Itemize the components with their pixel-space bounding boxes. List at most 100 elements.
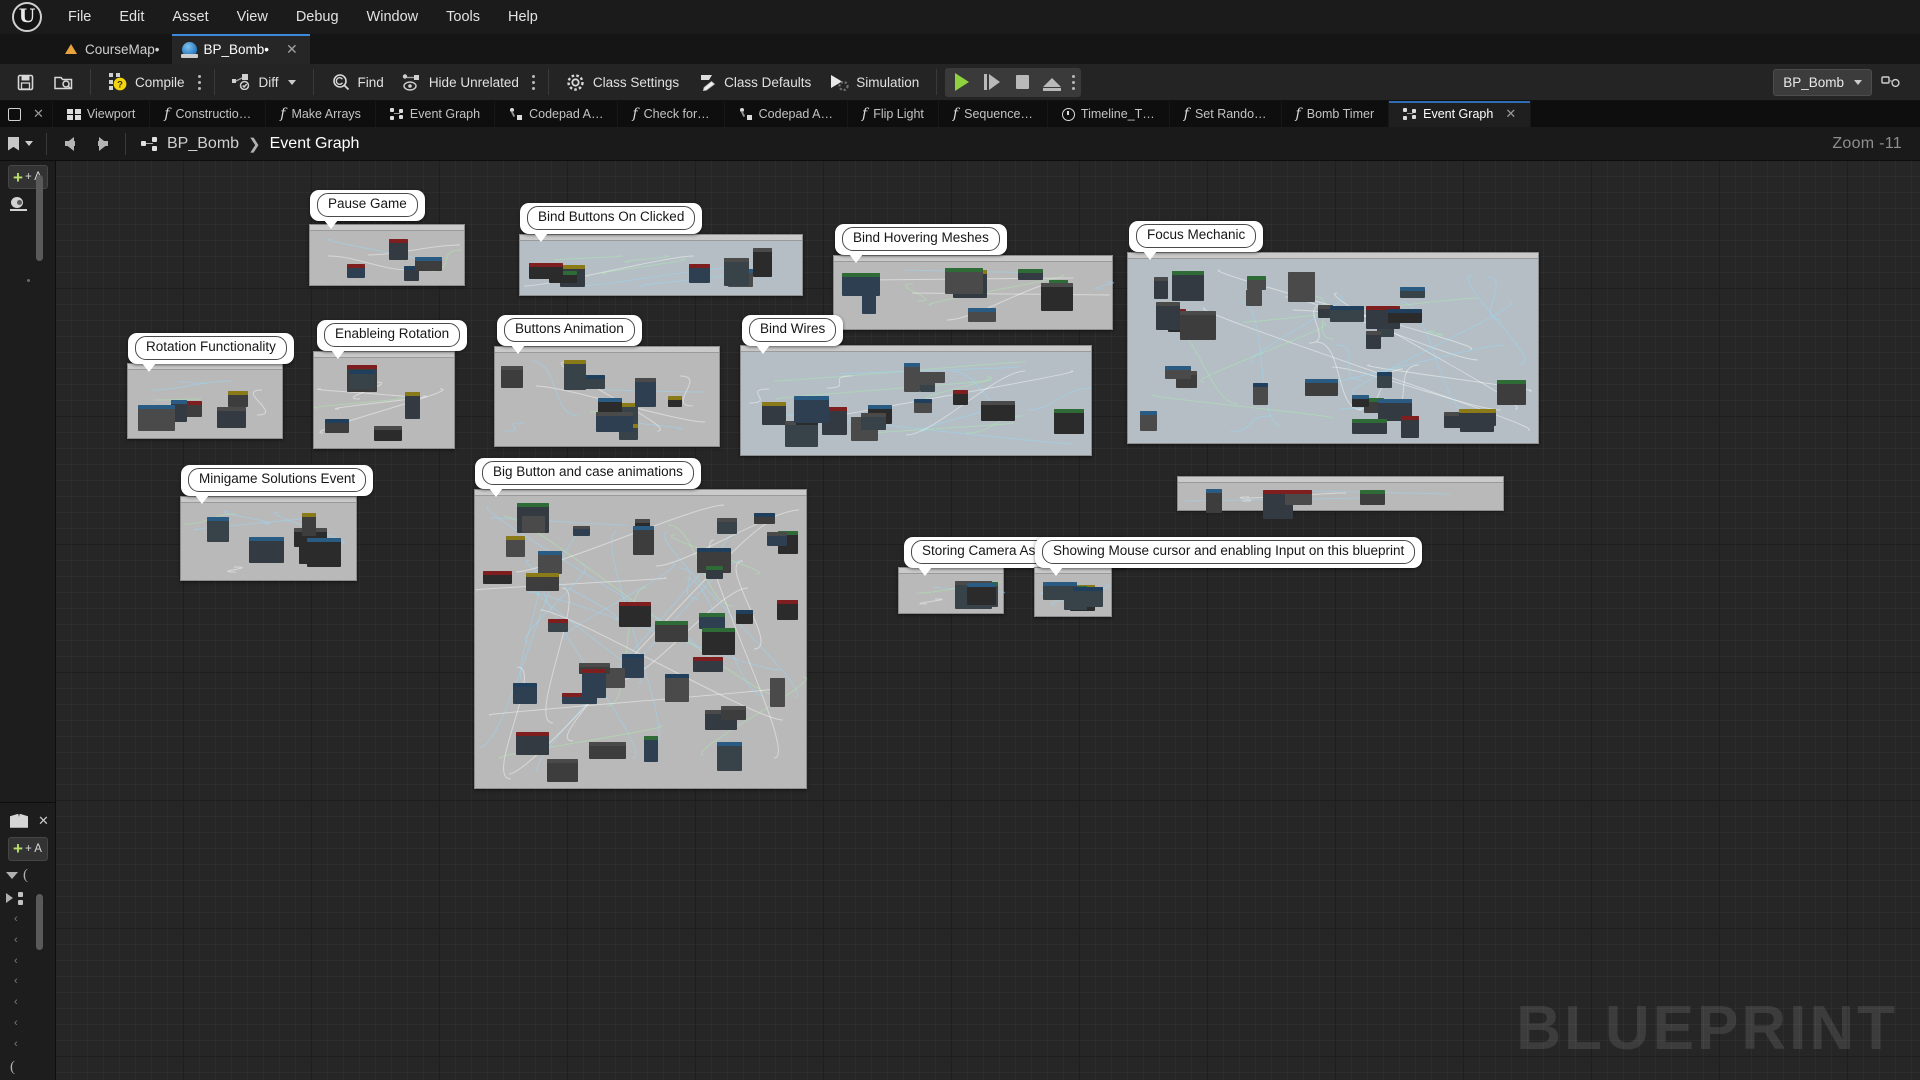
graph-node[interactable] [564,360,586,390]
graph-node[interactable] [1253,383,1268,405]
graph-node[interactable] [405,392,420,419]
menu-item-debug[interactable]: Debug [282,0,353,34]
comment-label[interactable]: Rotation Functionality [128,333,294,372]
asset-tab-bp-bomb[interactable]: BP_Bomb• ✕ [171,34,311,64]
comment-block[interactable] [833,255,1114,330]
graph-node[interactable] [693,657,723,672]
graph-node[interactable] [1497,380,1526,405]
graph-node[interactable] [622,654,644,678]
navigate-back-button[interactable] [52,129,86,159]
graph-node[interactable] [548,619,568,632]
graph-node[interactable] [589,742,626,759]
comment-label[interactable]: Big Button and case animations [475,458,701,497]
graph-node[interactable] [861,413,886,430]
graph-node[interactable] [1459,409,1496,426]
graph-node[interactable] [655,621,688,642]
unreal-logo[interactable]: U [0,0,54,34]
graph-node[interactable] [967,583,996,605]
tab-check-for[interactable]: f Check for… [618,101,725,127]
graph-node[interactable] [689,264,710,283]
graph-node[interactable] [249,537,284,563]
graph-node[interactable] [770,678,785,707]
breadcrumb-current[interactable]: Event Graph [270,135,360,153]
tab-timeline-t[interactable]: Timeline_T… [1048,101,1170,127]
comment-label[interactable]: Focus Mechanic [1129,221,1264,260]
graph-node[interactable] [968,308,996,322]
save-button[interactable] [6,68,44,97]
graph-node[interactable] [981,401,1015,421]
comment-label[interactable]: Bind Hovering Meshes [835,224,1007,263]
graph-node[interactable] [953,390,968,405]
graph-node[interactable] [668,396,682,407]
graph-node[interactable] [325,419,349,433]
tab-constructio[interactable]: f Constructio… [150,101,267,127]
graph-node[interactable] [1285,490,1312,505]
graph-node[interactable] [945,268,983,294]
comment-block[interactable] [180,496,357,581]
tab-viewport[interactable]: Viewport [53,101,151,127]
breadcrumb-root[interactable]: BP_Bomb [167,135,239,153]
graph-node[interactable] [1288,272,1315,302]
graph-node[interactable] [754,513,775,524]
graph-node[interactable] [349,370,375,389]
graph-node[interactable] [753,248,772,277]
close-icon[interactable]: ✕ [38,813,49,829]
class-defaults-button[interactable]: Class Defaults [688,68,820,97]
graph-node[interactable] [842,273,880,296]
comment-block[interactable] [898,567,1005,614]
graph-node[interactable] [777,600,798,620]
graph-node[interactable] [389,239,408,260]
graph-node[interactable] [699,613,725,629]
graph-node[interactable] [619,602,651,627]
comment-block[interactable] [1034,567,1112,617]
graph-node[interactable] [526,573,559,591]
graph-node[interactable] [347,264,365,278]
find-button[interactable]: Find [322,68,393,97]
graph-node[interactable] [596,412,633,432]
class-settings-button[interactable]: Class Settings [557,68,688,97]
comment-label[interactable]: Enableing Rotation [317,320,468,359]
graph-node[interactable] [1156,302,1180,330]
graph-node[interactable] [582,669,606,698]
menu-item-tools[interactable]: Tools [432,0,494,34]
graph-node[interactable] [547,759,578,782]
comment-block[interactable] [1177,476,1504,519]
bookmark-button[interactable] [0,131,41,157]
graph-node[interactable] [307,538,341,567]
sidebar-scrollbar-top[interactable] [36,175,43,261]
tab-codepad-a[interactable]: Codepad A… [725,101,848,127]
eject-button[interactable] [1037,68,1067,97]
graph-node[interactable] [762,402,786,425]
graph-node[interactable] [1377,372,1392,388]
debug-object-select[interactable]: BP_Bomb [1773,68,1872,96]
add-new-button-mid[interactable]: + + A [8,836,48,861]
graph-node[interactable] [1073,587,1103,607]
graph-node[interactable] [1360,490,1385,505]
play-options-kebab-icon[interactable] [1067,69,1079,95]
skip-frame-button[interactable] [977,68,1007,97]
graph-node[interactable] [633,526,654,555]
graph-node[interactable] [794,396,829,423]
graph-node[interactable] [920,381,935,392]
graph-node[interactable] [1388,309,1422,323]
tab-flip-light[interactable]: f Flip Light [848,101,939,127]
event-graph-canvas[interactable]: BLUEPRINT Pause Game Bind Buttons On Clic… [56,161,1920,1080]
graph-node[interactable] [1401,416,1419,438]
browse-to-asset-button[interactable] [44,68,82,97]
graph-node[interactable] [1366,331,1381,349]
comment-block[interactable] [309,224,465,286]
graph-node[interactable] [302,513,316,536]
graph-node[interactable] [207,517,229,542]
stop-button[interactable] [1007,68,1037,97]
comment-block[interactable] [313,351,455,449]
comment-block[interactable] [474,489,807,789]
graph-node[interactable] [717,518,737,534]
sidebar-scrollbar-bottom[interactable] [36,893,43,950]
comment-label[interactable]: Minigame Solutions Event [181,465,374,504]
graph-node[interactable] [721,706,746,720]
tab-codepad-a[interactable]: Codepad A… [495,101,619,127]
comment-label[interactable]: Buttons Animation [497,315,642,354]
comment-label[interactable]: Pause Game [310,190,425,229]
graph-node[interactable] [522,516,545,533]
tab-event-graph[interactable]: Event Graph ✕ [1389,101,1532,127]
